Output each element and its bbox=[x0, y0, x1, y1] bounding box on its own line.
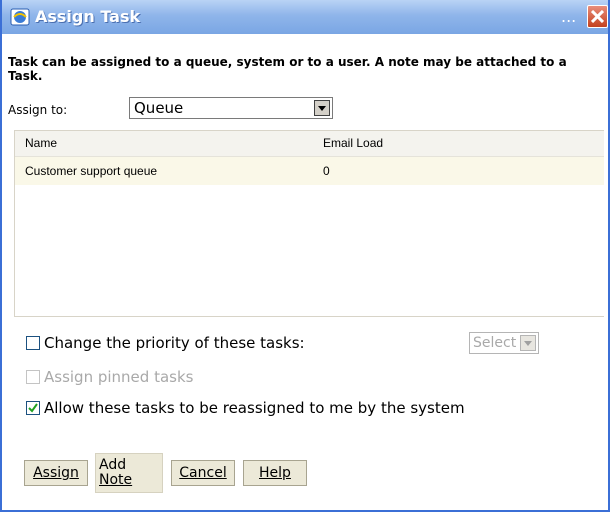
column-header-name[interactable]: Name bbox=[25, 131, 57, 156]
assign-button[interactable]: Assign bbox=[24, 460, 88, 486]
title-bar[interactable]: Assign Task ... bbox=[2, 0, 608, 34]
instruction-text: Task can be assigned to a queue, system … bbox=[8, 55, 567, 83]
help-button-label: Help bbox=[259, 465, 291, 481]
checkmark-icon bbox=[28, 403, 38, 413]
pinned-tasks-label: Assign pinned tasks bbox=[44, 368, 194, 386]
assign-to-value: Queue bbox=[134, 99, 184, 117]
assign-to-label: Assign to: bbox=[8, 103, 68, 117]
reassign-checkbox[interactable] bbox=[26, 401, 40, 415]
assign-to-select[interactable]: Queue bbox=[129, 97, 333, 119]
priority-select[interactable]: Select bbox=[469, 332, 539, 354]
title-ellipsis: ... bbox=[561, 7, 577, 26]
add-note-label-line2: Note bbox=[99, 472, 133, 488]
priority-select-value: Select bbox=[473, 335, 517, 351]
cancel-button[interactable]: Cancel bbox=[171, 460, 235, 486]
cancel-button-label: Cancel bbox=[179, 465, 227, 481]
priority-dropdown-arrow[interactable] bbox=[520, 335, 536, 351]
assign-button-label: Assign bbox=[33, 465, 79, 481]
table-row[interactable]: Customer support queue 0 bbox=[15, 157, 604, 185]
add-note-label-line1: Add bbox=[99, 457, 127, 473]
dropdown-arrow-button[interactable] bbox=[314, 100, 330, 116]
dialog-title: Assign Task bbox=[35, 7, 141, 26]
priority-checkbox[interactable] bbox=[26, 336, 40, 350]
queue-table: Name Email Load Customer support queue 0 bbox=[14, 130, 604, 317]
column-header-email-load[interactable]: Email Load bbox=[323, 131, 383, 156]
browser-icon bbox=[10, 8, 30, 26]
close-icon bbox=[591, 10, 604, 23]
table-header bbox=[15, 131, 604, 157]
row-email-load-cell: 0 bbox=[323, 164, 330, 178]
chevron-down-icon bbox=[524, 341, 532, 346]
priority-label: Change the priority of these tasks: bbox=[44, 334, 305, 352]
add-note-button[interactable]: Add Note bbox=[95, 453, 163, 493]
pinned-tasks-checkbox[interactable] bbox=[26, 370, 40, 384]
help-button[interactable]: Help bbox=[243, 460, 307, 486]
reassign-label: Allow these tasks to be reassigned to me… bbox=[44, 399, 465, 417]
chevron-down-icon bbox=[318, 106, 326, 111]
close-button[interactable] bbox=[587, 5, 608, 28]
row-name-cell: Customer support queue bbox=[25, 164, 158, 178]
